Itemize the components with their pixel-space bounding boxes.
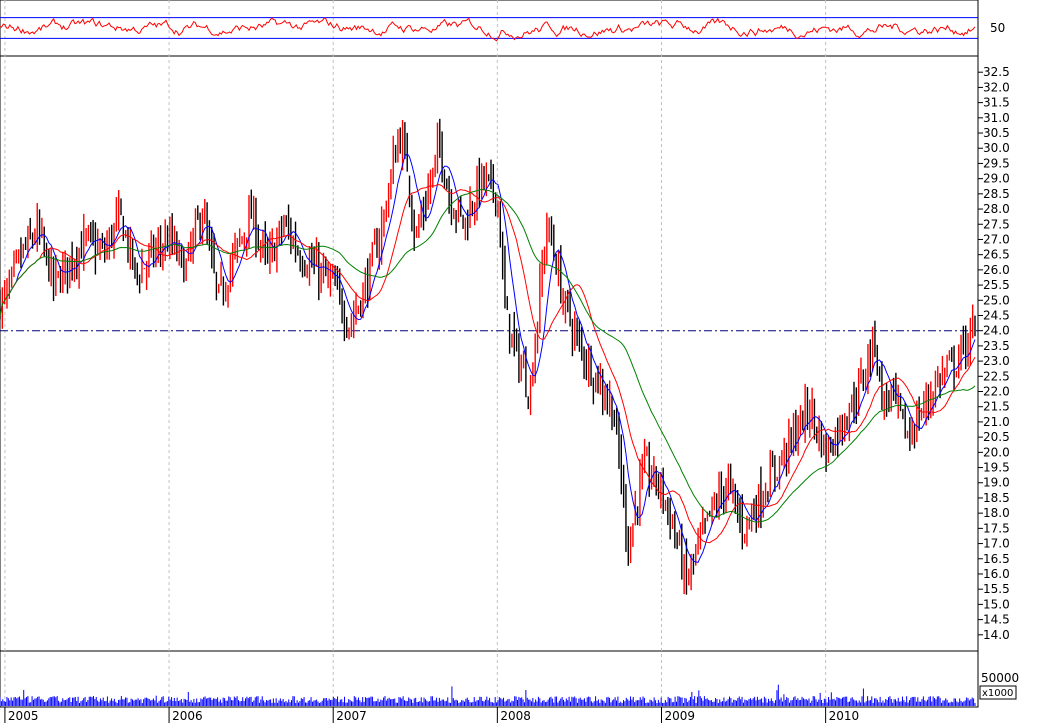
y-tick-label: 24.5 [983,308,1010,322]
y-tick-label: 21.0 [983,415,1010,429]
volume-tick-label: 50000 [981,671,1019,685]
y-tick-label: 20.0 [983,445,1010,459]
y-tick-label: 16.5 [983,552,1010,566]
y-tick-label: 19.5 [983,461,1010,475]
y-tick-label: 25.5 [983,278,1010,292]
y-tick-label: 20.5 [983,430,1010,444]
y-tick-label: 22.5 [983,369,1010,383]
y-tick-label: 23.5 [983,339,1010,353]
y-tick-label: 15.0 [983,597,1010,611]
y-tick-label: 17.0 [983,537,1010,551]
x-tick-label: 2005 [8,709,39,723]
oscillator-line [0,17,976,42]
y-tick-label: 14.5 [983,613,1010,627]
y-tick-label: 17.5 [983,521,1010,535]
y-tick-label: 30.5 [983,126,1010,140]
moving-average-line [0,184,976,544]
chart-canvas: 2005 2006 2007 2008 2009 2010 32.532.0 31.531.0… [0,0,1019,723]
oscillator-tick-label: 50 [990,21,1005,35]
y-tick-label: 22.0 [983,385,1010,399]
x-tick-label: 2007 [336,709,367,723]
y-tick-label: 23.0 [983,354,1010,368]
y-tick-label: 31.0 [983,111,1010,125]
y-tick-label: 26.5 [983,248,1010,262]
y-tick-label: 16.0 [983,567,1010,581]
y-tick-label: 30.0 [983,141,1010,155]
y-tick-label: 19.0 [983,476,1010,490]
x-tick-label: 2010 [829,709,860,723]
y-tick-label: 31.5 [983,96,1010,110]
x-tick-label: 2006 [172,709,203,723]
price-panel [0,55,979,652]
y-tick-label: 18.5 [983,491,1010,505]
y-tick-label: 15.5 [983,582,1010,596]
x-tick-label: 2008 [500,709,531,723]
y-tick-label: 27.5 [983,217,1010,231]
y-tick-label: 28.5 [983,187,1010,201]
moving-average-line [0,188,976,523]
y-tick-label: 29.0 [983,172,1010,186]
y-tick-label: 28.0 [983,202,1010,216]
x-tick-label: 2009 [664,709,695,723]
y-tick-label: 32.0 [983,80,1010,94]
volume-unit-label: x1000 [982,688,1013,699]
stock-chart: 2005 2006 2007 2008 2009 2010 32.5 32.0 31.5 31.0… [0,0,1037,723]
y-tick-label: 18.0 [983,506,1010,520]
moving-average-line [0,152,976,563]
y-tick-label: 32.5 [983,65,1010,79]
y-tick-label: 25.0 [983,293,1010,307]
y-tick-label: 27.0 [983,232,1010,246]
y-tick-label: 24.0 [983,324,1010,338]
oscillator-panel [0,0,979,57]
y-tick-label: 21.5 [983,400,1010,414]
y-tick-label: 14.0 [983,628,1010,642]
y-tick-label: 26.0 [983,263,1010,277]
y-tick-label: 29.5 [983,156,1010,170]
